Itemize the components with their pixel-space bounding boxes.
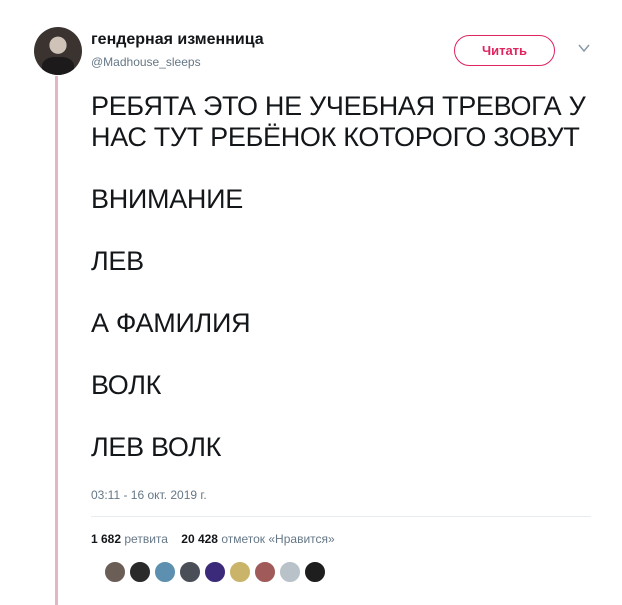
- liker-avatar[interactable]: [154, 561, 176, 583]
- tweet-line: НАС ТУТ РЕБЁНОК КОТОРОГО ЗОВУТ: [91, 122, 580, 152]
- likes-count: 20 428: [181, 532, 218, 546]
- tweet-text: РЕБЯТА ЭТО НЕ УЧЕБНАЯ ТРЕВОГА У НАС ТУТ …: [91, 91, 596, 463]
- avatar[interactable]: [34, 27, 82, 75]
- divider: [91, 516, 591, 517]
- liker-avatar[interactable]: [254, 561, 276, 583]
- chevron-down-icon[interactable]: [577, 41, 591, 55]
- tweet-line: ЛЕВ ВОЛК: [91, 432, 222, 462]
- tweet-line: ВОЛК: [91, 370, 162, 400]
- liker-avatar[interactable]: [204, 561, 226, 583]
- tweet-line: РЕБЯТА ЭТО НЕ УЧЕБНАЯ ТРЕВОГА У: [91, 91, 586, 121]
- liker-avatar[interactable]: [179, 561, 201, 583]
- author-display-name[interactable]: гендерная изменница: [91, 31, 264, 49]
- liker-avatar[interactable]: [129, 561, 151, 583]
- tweet-line: ВНИМАНИЕ: [91, 184, 243, 214]
- author-handle[interactable]: @Madhouse_sleeps: [91, 55, 201, 69]
- likes-label: отметок «Нравится»: [221, 532, 335, 546]
- liker-avatar[interactable]: [304, 561, 326, 583]
- tweet-line: А ФАМИЛИЯ: [91, 308, 251, 338]
- likers-avatars: [104, 561, 329, 583]
- liker-avatar[interactable]: [279, 561, 301, 583]
- tweet-line: ЛЕВ: [91, 246, 144, 276]
- likes-stat[interactable]: 20 428 отметок «Нравится»: [181, 532, 334, 546]
- retweets-stat[interactable]: 1 682 ретвита: [91, 532, 168, 546]
- retweets-count: 1 682: [91, 532, 122, 546]
- liker-avatar[interactable]: [104, 561, 126, 583]
- retweets-label: ретвита: [124, 532, 168, 546]
- tweet-stats: 1 682 ретвита 20 428 отметок «Нравится»: [91, 532, 345, 546]
- follow-button[interactable]: Читать: [454, 35, 555, 66]
- thread-line: [55, 76, 58, 605]
- tweet-timestamp[interactable]: 03:11 - 16 окт. 2019 г.: [91, 488, 207, 502]
- liker-avatar[interactable]: [229, 561, 251, 583]
